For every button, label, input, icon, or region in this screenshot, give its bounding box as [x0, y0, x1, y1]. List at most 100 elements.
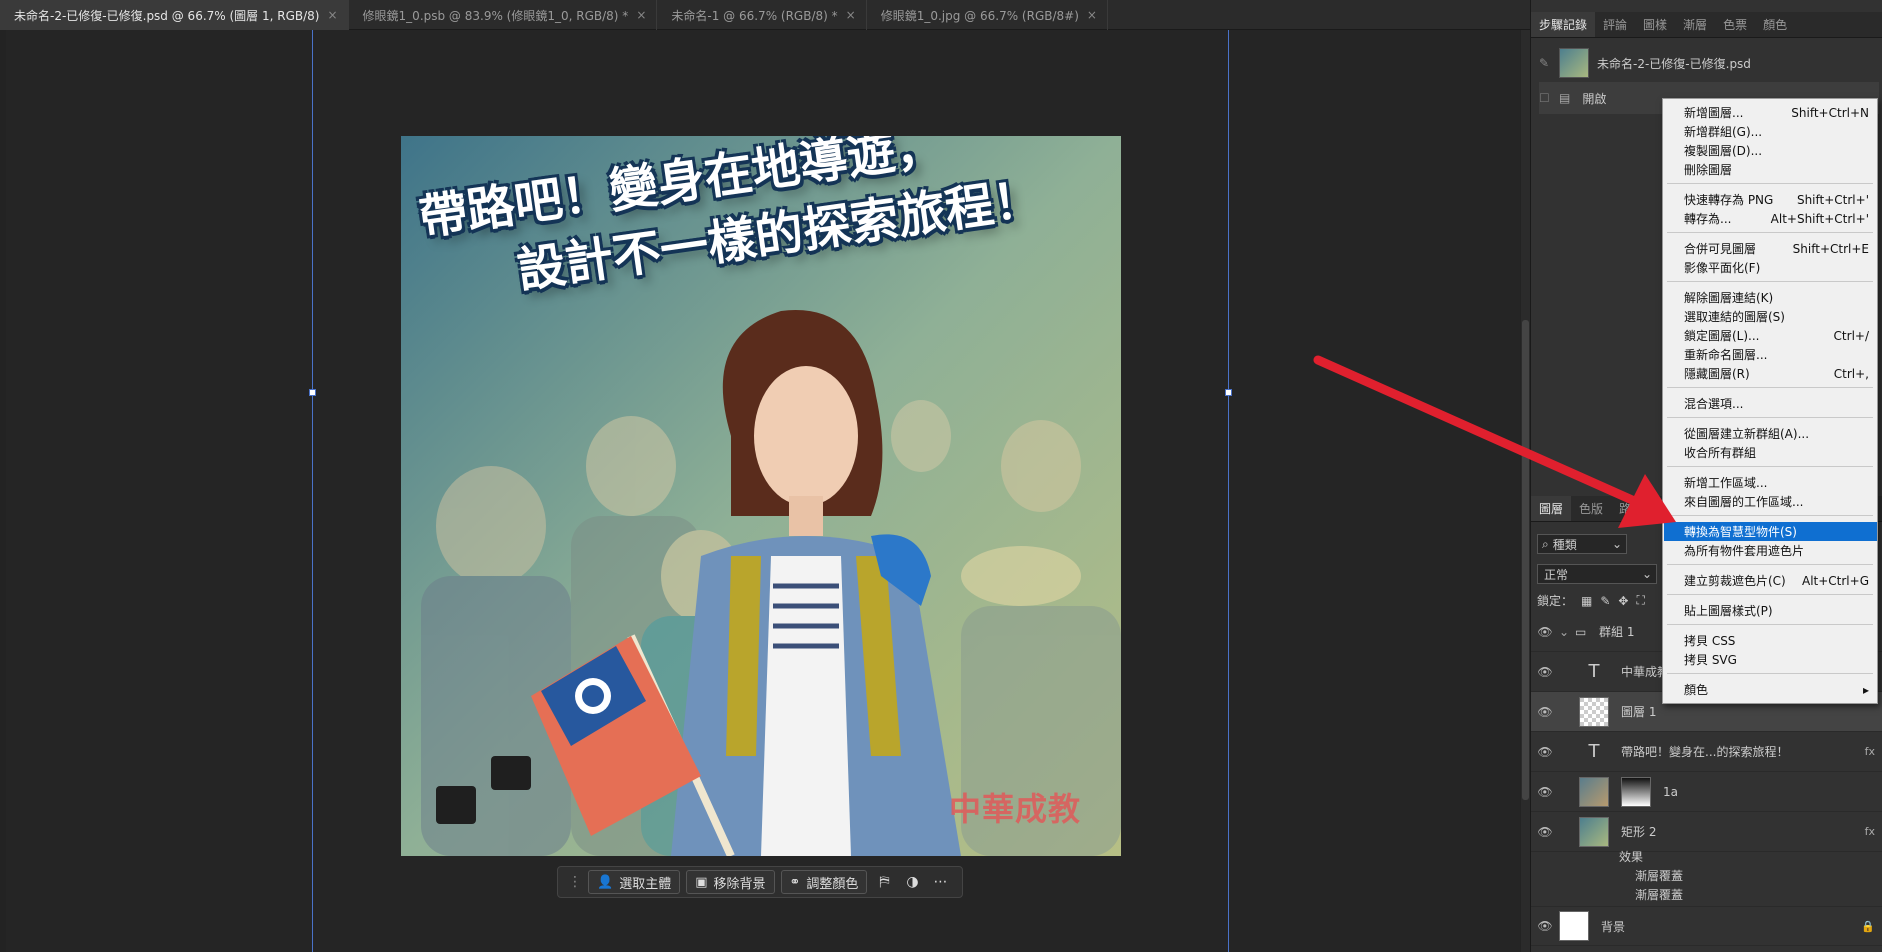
menu-label: 重新命名圖層...: [1684, 348, 1768, 362]
remove-background-button[interactable]: ▣ 移除背景: [686, 870, 775, 894]
layer-row-background[interactable]: 👁 背景 🔒: [1531, 906, 1882, 946]
doc-tab-3[interactable]: 未命名-1 @ 66.7% (RGB/8) * ×: [657, 0, 867, 30]
close-icon[interactable]: ×: [1087, 8, 1097, 22]
close-icon[interactable]: ×: [327, 8, 337, 22]
menu-collapse-groups[interactable]: 收合所有群組: [1664, 443, 1877, 462]
layer-filter-select[interactable]: ⌕ 種類 ⌄: [1537, 534, 1627, 554]
menu-label: 轉存為...: [1684, 212, 1732, 226]
blend-mode-select[interactable]: 正常 ⌄: [1537, 564, 1657, 584]
menu-new-group[interactable]: 新增群組(G)...: [1664, 122, 1877, 141]
tab-paths[interactable]: 路徑: [1611, 496, 1651, 521]
menu-copy-css[interactable]: 拷貝 CSS: [1664, 631, 1877, 650]
layer-name: 背景: [1601, 919, 1626, 934]
menu-quick-export-png[interactable]: 快速轉存為 PNG Shift+Ctrl+': [1664, 190, 1877, 209]
lock-move-icon[interactable]: ✥: [1618, 594, 1628, 608]
canvas-scrollbar[interactable]: [1521, 30, 1530, 952]
menu-label: 隱藏圖層(R): [1684, 367, 1750, 381]
drag-handle-icon[interactable]: ⋮: [568, 874, 582, 890]
watermark-text: 中華成教: [949, 790, 1082, 828]
menu-rename-layer[interactable]: 重新命名圖層...: [1664, 345, 1877, 364]
tab-gradients[interactable]: 漸層: [1675, 12, 1715, 37]
tab-comments[interactable]: 評論: [1595, 12, 1635, 37]
visibility-eye-icon[interactable]: 👁: [1531, 785, 1559, 799]
close-icon[interactable]: ×: [636, 8, 646, 22]
lock-artboard-icon[interactable]: ⛶: [1636, 593, 1644, 608]
visibility-eye-icon[interactable]: 👁: [1531, 919, 1559, 933]
tab-color[interactable]: 顏色: [1755, 12, 1795, 37]
doc-tab-2[interactable]: 修眼鏡1_0.psb @ 83.9% (修眼鏡1_0, RGB/8) * ×: [349, 0, 658, 30]
menu-create-clipping-mask[interactable]: 建立剪裁遮色片(C) Alt+Ctrl+G: [1664, 571, 1877, 590]
brush-icon: ✎: [1539, 56, 1550, 70]
visibility-eye-icon[interactable]: 👁: [1531, 625, 1559, 639]
scrollbar-thumb[interactable]: [1522, 320, 1529, 800]
transform-handle-right[interactable]: [1225, 389, 1232, 396]
document-tab-bar: 未命名-2-已修復-已修復.psd @ 66.7% (圖層 1, RGB/8) ×…: [0, 0, 1530, 30]
menu-new-artboard[interactable]: 新增工作區域...: [1664, 473, 1877, 492]
doc-tab-1[interactable]: 未命名-2-已修復-已修復.psd @ 66.7% (圖層 1, RGB/8) ×: [0, 0, 349, 30]
tab-history[interactable]: 步驟記錄: [1531, 12, 1596, 37]
menu-merge-visible[interactable]: 合併可見圖層 Shift+Ctrl+E: [1664, 239, 1877, 258]
close-icon[interactable]: ×: [846, 8, 856, 22]
menu-unlink-layers[interactable]: 解除圖層連結(K): [1664, 288, 1877, 307]
history-snapshot[interactable]: ✎ 未命名-2-已修復-已修復.psd: [1539, 47, 1879, 79]
menu-label: 轉換為智慧型物件(S): [1684, 525, 1797, 539]
visibility-eye-icon[interactable]: 👁: [1531, 665, 1559, 679]
layer-row-headline[interactable]: 👁 T 帶路吧！變身在...的探索旅程！ fx: [1531, 732, 1882, 772]
checkbox-icon[interactable]: ☐: [1539, 91, 1559, 105]
menu-copy-svg[interactable]: 拷貝 SVG: [1664, 650, 1877, 669]
menu-new-layer[interactable]: 新增圖層... Shift+Ctrl+N: [1664, 103, 1877, 122]
tab-patterns[interactable]: 圖樣: [1635, 12, 1675, 37]
doc-tab-4[interactable]: 修眼鏡1_0.jpg @ 66.7% (RGB/8#) ×: [867, 0, 1108, 30]
menu-mask-all-objects[interactable]: 為所有物件套用遮色片: [1664, 541, 1877, 560]
tab-channels[interactable]: 色版: [1571, 496, 1611, 521]
layer-row-shape[interactable]: 👁 矩形 2 fx: [1531, 812, 1882, 852]
lock-brush-icon[interactable]: ✎: [1600, 594, 1610, 608]
menu-flatten-image[interactable]: 影像平面化(F): [1664, 258, 1877, 277]
menu-blending-options[interactable]: 混合選項...: [1664, 394, 1877, 413]
menu-shortcut: Ctrl+/: [1833, 328, 1869, 343]
menu-hide-layers[interactable]: 隱藏圖層(R) Ctrl+,: [1664, 364, 1877, 383]
menu-separator: [1667, 183, 1873, 184]
menu-separator: [1667, 232, 1873, 233]
contrast-icon[interactable]: ◑: [901, 871, 923, 893]
effect-gradient-overlay-2[interactable]: 漸層覆蓋: [1619, 886, 1683, 905]
effect-gradient-overlay-1[interactable]: 漸層覆蓋: [1619, 867, 1683, 886]
menu-label: 新增群組(G)...: [1684, 125, 1763, 139]
menu-select-linked[interactable]: 選取連結的圖層(S): [1664, 307, 1877, 326]
fx-icon[interactable]: fx: [1823, 825, 1882, 838]
layer-thumbnail: [1579, 816, 1609, 847]
menu-label: 從圖層建立新群組(A)...: [1684, 427, 1810, 441]
blend-mode-label: 正常: [1544, 567, 1569, 582]
fx-icon[interactable]: fx: [1823, 745, 1882, 758]
visibility-eye-icon[interactable]: 👁: [1531, 825, 1559, 839]
tab-layers[interactable]: 圖層: [1531, 496, 1572, 521]
menu-export-as[interactable]: 轉存為... Alt+Shift+Ctrl+': [1664, 209, 1877, 228]
chevron-down-icon[interactable]: ⌄: [1559, 625, 1575, 639]
effects-list: 效果 漸層覆蓋 漸層覆蓋: [1619, 848, 1683, 905]
transform-handle-left[interactable]: [309, 389, 316, 396]
menu-color[interactable]: 顏色 ▸: [1664, 680, 1877, 699]
visibility-eye-icon[interactable]: 👁: [1531, 705, 1559, 719]
tab-label: 未命名-2-已修復-已修復.psd @ 66.7% (圖層 1, RGB/8): [14, 8, 320, 23]
menu-group-from-layers[interactable]: 從圖層建立新群組(A)...: [1664, 424, 1877, 443]
menu-lock-layers[interactable]: 鎖定圖層(L)... Ctrl+/: [1664, 326, 1877, 345]
mask-thumbnail: [1621, 776, 1651, 807]
tab-swatches[interactable]: 色票: [1715, 12, 1755, 37]
lock-transparent-icon[interactable]: ▦: [1581, 594, 1592, 608]
select-subject-button[interactable]: 👤 選取主體: [588, 870, 681, 894]
visibility-eye-icon[interactable]: 👁: [1531, 745, 1559, 759]
document-artwork[interactable]: 帶路吧！變身在地導遊， 設計不一樣的探索旅程！ 中華成教: [401, 136, 1121, 856]
menu-separator: [1667, 417, 1873, 418]
menu-paste-layer-style[interactable]: 貼上圖層樣式(P): [1664, 601, 1877, 620]
menu-duplicate-layer[interactable]: 複製圖層(D)...: [1664, 141, 1877, 160]
bounding-guide-right: [1228, 30, 1229, 952]
menu-convert-smart-object[interactable]: 轉換為智慧型物件(S): [1664, 522, 1877, 541]
layer-row-smart[interactable]: 👁 1a: [1531, 772, 1882, 812]
adjust-color-button[interactable]: ⚭ 調整顏色: [780, 870, 868, 894]
menu-label: 新增工作區域...: [1684, 476, 1768, 490]
menu-delete-layer[interactable]: 刪除圖層: [1664, 160, 1877, 179]
document-icon: ▤: [1559, 91, 1571, 105]
menu-artboard-from-layers[interactable]: 來自圖層的工作區域...: [1664, 492, 1877, 511]
more-options-icon[interactable]: ⋯: [929, 871, 951, 893]
transform-icon[interactable]: ⛿: [873, 871, 895, 893]
